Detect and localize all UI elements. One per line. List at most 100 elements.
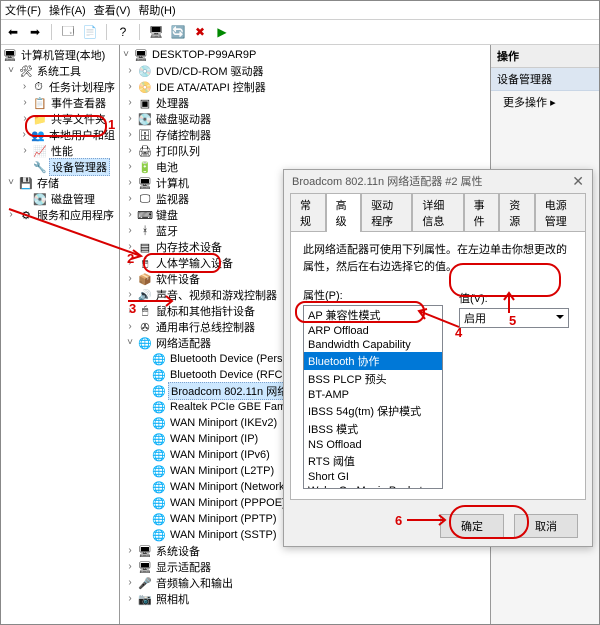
menu-file[interactable]: 文件(F)	[5, 2, 41, 18]
forward-icon[interactable]: ➡	[27, 24, 43, 40]
expand-icon[interactable]: ˅	[124, 338, 136, 348]
ok-button[interactable]: 确定	[440, 514, 504, 538]
expand-icon[interactable]: ›	[5, 210, 17, 220]
tab-power[interactable]: 电源管理	[535, 193, 586, 232]
tree-devmgr[interactable]: 设备管理器	[49, 158, 110, 176]
property-item[interactable]: NS Offload	[304, 438, 442, 452]
tree-localusers[interactable]: 本地用户和组	[47, 127, 117, 143]
property-item[interactable]: AP 兼容性模式	[304, 306, 442, 324]
property-item[interactable]: BSS PLCP 预头	[304, 370, 442, 388]
expand-icon[interactable]: ›	[124, 226, 136, 236]
dev-cat[interactable]: ›📀IDE ATA/ATAPI 控制器	[120, 79, 490, 95]
expand-icon[interactable]: ›	[124, 306, 136, 316]
property-item[interactable]: Short GI	[304, 470, 442, 484]
show-icon[interactable]: 🗔	[60, 24, 76, 40]
actions-sub[interactable]: 设备管理器	[491, 68, 599, 91]
tab-resources[interactable]: 资源	[499, 193, 535, 232]
expand-icon[interactable]: ›	[124, 290, 136, 300]
expand-icon[interactable]: ›	[124, 178, 136, 188]
dev-root[interactable]: DESKTOP-P99AR9P	[150, 49, 258, 61]
help-icon[interactable]: ?	[115, 24, 131, 40]
devmgr-icon: 🔧	[33, 160, 47, 174]
expand-icon[interactable]: ›	[19, 146, 31, 156]
property-listbox[interactable]: AP 兼容性模式ARP OffloadBandwidth CapabilityB…	[303, 305, 443, 489]
dev-cat[interactable]: ›💽磁盘驱动器	[120, 111, 490, 127]
back-icon[interactable]: ⬅	[5, 24, 21, 40]
mgmt-tree[interactable]: 🖥计算机管理(本地) ˅🛠系统工具 ›⏱任务计划程序 ›📋事件查看器 ›📁共享文…	[1, 45, 119, 225]
expand-icon[interactable]: ›	[124, 82, 136, 92]
expand-icon[interactable]: ›	[124, 146, 136, 156]
tree-storage[interactable]: 存储	[35, 175, 61, 191]
expand-icon[interactable]: ›	[124, 562, 136, 572]
expand-icon[interactable]: ˅	[5, 66, 17, 76]
property-item[interactable]: Wake On Magic Packet	[304, 484, 442, 489]
tree-diskmgmt[interactable]: 磁盘管理	[49, 191, 97, 207]
expand-icon[interactable]: ›	[19, 114, 31, 124]
actions-more[interactable]: 更多操作 ▸	[491, 91, 599, 113]
dev-cat[interactable]: ›🗄存储控制器	[120, 127, 490, 143]
category-icon: 🖱	[138, 256, 152, 270]
expand-icon[interactable]: ›	[124, 594, 136, 604]
tree-svcapps[interactable]: 服务和应用程序	[35, 207, 116, 223]
expand-icon[interactable]: ›	[124, 130, 136, 140]
property-item[interactable]: ARP Offload	[304, 324, 442, 338]
tree-perf[interactable]: 性能	[49, 143, 75, 159]
category-icon: 🖥	[138, 560, 152, 574]
expand-icon[interactable]: ›	[124, 258, 136, 268]
expand-icon[interactable]: ›	[124, 546, 136, 556]
expand-icon[interactable]: ›	[124, 162, 136, 172]
enable-icon[interactable]: ▶	[214, 24, 230, 40]
property-item[interactable]: Bandwidth Capability	[304, 338, 442, 352]
tree-eventviewer[interactable]: 事件查看器	[49, 95, 108, 111]
category-icon: 🌐	[138, 336, 152, 350]
disable-icon[interactable]: ✖	[192, 24, 208, 40]
tab-driver[interactable]: 驱动程序	[361, 193, 412, 232]
dev-cat[interactable]: ›📷照相机	[120, 591, 490, 607]
tab-advanced[interactable]: 高级	[326, 193, 362, 232]
folder-icon: 📁	[33, 112, 47, 126]
expand-icon[interactable]: ˅	[5, 178, 17, 188]
property-item[interactable]: Bluetooth 协作	[304, 352, 442, 370]
expand-icon[interactable]: ›	[124, 578, 136, 588]
expand-icon[interactable]: ›	[19, 82, 30, 92]
tree-root[interactable]: 计算机管理(本地)	[19, 47, 107, 63]
dev-cat[interactable]: ›🖨打印队列	[120, 143, 490, 159]
dev-cat[interactable]: ›🎤音频输入和输出	[120, 575, 490, 591]
menu-action[interactable]: 操作(A)	[49, 2, 86, 18]
dev-cat[interactable]: ›💿DVD/CD-ROM 驱动器	[120, 63, 490, 79]
tree-tasksched[interactable]: 任务计划程序	[47, 79, 117, 95]
cancel-button[interactable]: 取消	[514, 514, 578, 538]
expand-icon[interactable]: ›	[19, 130, 29, 140]
expand-icon[interactable]: ›	[124, 322, 136, 332]
expand-icon[interactable]: ›	[124, 194, 136, 204]
expand-icon[interactable]: ›	[124, 66, 136, 76]
dev-cat[interactable]: ›🖥显示适配器	[120, 559, 490, 575]
property-item[interactable]: BT-AMP	[304, 388, 442, 402]
tab-events[interactable]: 事件	[464, 193, 500, 232]
close-icon[interactable]: ✕	[572, 173, 584, 190]
properties-icon[interactable]: 📄	[82, 24, 98, 40]
tab-details[interactable]: 详细信息	[412, 193, 463, 232]
refresh-icon[interactable]: 🔄	[170, 24, 186, 40]
adapter-icon: 🌐	[152, 400, 166, 414]
property-item[interactable]: IBSS 模式	[304, 420, 442, 438]
expand-icon[interactable]: ›	[124, 274, 136, 284]
expand-icon[interactable]: ›	[124, 242, 136, 252]
tab-general[interactable]: 常规	[290, 193, 326, 232]
adapter-icon: 🌐	[152, 384, 166, 398]
expand-icon[interactable]: ˅	[120, 50, 132, 60]
menu-view[interactable]: 查看(V)	[94, 2, 131, 18]
dialog-titlebar[interactable]: Broadcom 802.11n 网络适配器 #2 属性 ✕	[284, 170, 592, 192]
tree-systools[interactable]: 系统工具	[35, 63, 83, 79]
dev-cat[interactable]: ›▣处理器	[120, 95, 490, 111]
value-combobox[interactable]: 启用	[459, 308, 569, 328]
expand-icon[interactable]: ›	[124, 98, 136, 108]
expand-icon[interactable]: ›	[124, 114, 136, 124]
expand-icon[interactable]: ›	[19, 98, 31, 108]
tree-shared[interactable]: 共享文件夹	[49, 111, 108, 127]
menu-help[interactable]: 帮助(H)	[138, 2, 175, 18]
property-item[interactable]: RTS 阈值	[304, 452, 442, 470]
expand-icon[interactable]: ›	[124, 210, 136, 220]
property-item[interactable]: IBSS 54g(tm) 保护模式	[304, 402, 442, 420]
scan-icon[interactable]: 🖥	[148, 24, 164, 40]
